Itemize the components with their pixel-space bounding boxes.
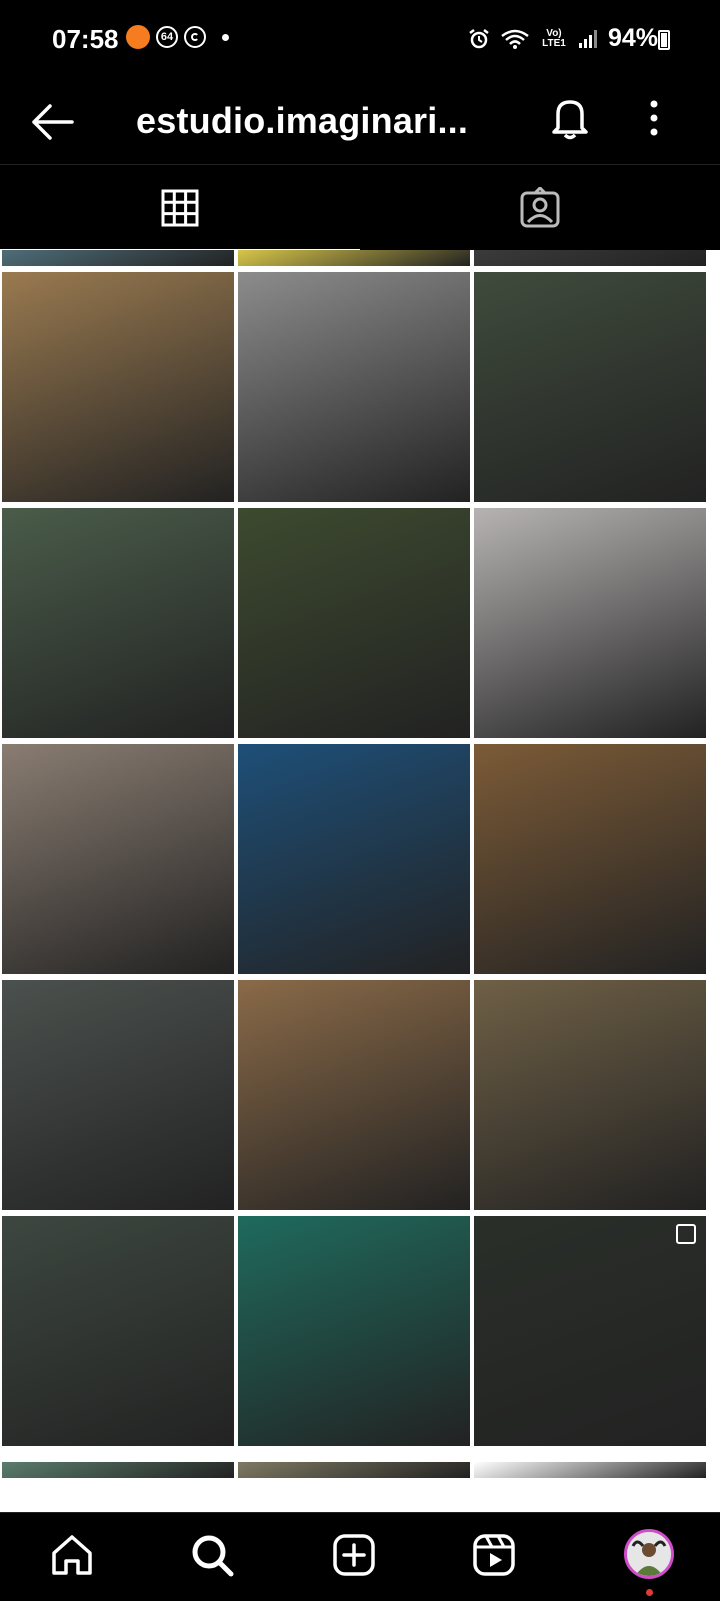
wifi-icon <box>501 29 529 49</box>
post-thumbnail[interactable] <box>236 506 472 740</box>
post-thumbnail[interactable] <box>472 1460 708 1480</box>
more-notifications-dot <box>222 33 229 41</box>
post-thumbnail[interactable] <box>0 742 236 976</box>
post-thumbnail[interactable] <box>0 250 236 268</box>
profile-username: estudio.imaginari... <box>136 100 469 141</box>
network-label: Vo) LTE1 <box>542 27 566 49</box>
nav-home[interactable] <box>48 1531 96 1579</box>
post-thumbnail[interactable] <box>472 742 708 976</box>
app-notification-icon <box>126 25 150 49</box>
plus-square-icon <box>333 1534 375 1576</box>
status-right: Vo) LTE1 94% <box>468 24 658 53</box>
profile-avatar[interactable] <box>624 1529 674 1579</box>
post-thumbnail[interactable] <box>236 1214 472 1448</box>
battery-icon <box>658 30 670 50</box>
tab-grid[interactable] <box>0 165 360 252</box>
signal-icon <box>578 29 597 48</box>
post-thumbnail[interactable] <box>472 270 708 504</box>
post-thumbnail[interactable] <box>236 978 472 1212</box>
post-thumbnail[interactable] <box>0 270 236 504</box>
post-thumbnail[interactable] <box>0 1214 236 1448</box>
post-thumbnail[interactable] <box>0 1460 236 1480</box>
bell-icon[interactable] <box>550 96 590 140</box>
alarm-icon <box>469 28 489 48</box>
post-thumbnail[interactable] <box>472 978 708 1212</box>
post-thumbnail[interactable] <box>236 250 472 268</box>
post-thumbnail[interactable] <box>472 1214 708 1448</box>
reels-icon <box>473 1534 515 1576</box>
tab-tagged[interactable] <box>360 165 720 251</box>
notification-count-badge: 64 <box>156 26 178 48</box>
posts-grid <box>0 250 720 1512</box>
search-icon <box>192 1535 234 1577</box>
home-icon <box>52 1535 92 1575</box>
post-thumbnail[interactable] <box>472 250 708 268</box>
post-thumbnail[interactable] <box>236 1460 472 1480</box>
notification-icons: 64 <box>126 25 229 49</box>
post-thumbnail[interactable] <box>472 506 708 740</box>
post-thumbnail[interactable] <box>236 270 472 504</box>
status-bar: 07:58 64 Vo) LTE1 94% <box>0 0 720 80</box>
status-time: 07:58 <box>52 24 119 54</box>
nav-create[interactable] <box>330 1531 378 1579</box>
grid-icon <box>161 189 199 227</box>
profile-tabs <box>0 164 720 253</box>
back-arrow-icon[interactable] <box>30 102 74 142</box>
whatsapp-icon <box>184 26 206 48</box>
post-thumbnail[interactable] <box>236 742 472 976</box>
nav-search[interactable] <box>188 1531 236 1579</box>
more-options-icon[interactable] <box>648 98 660 138</box>
post-thumbnail[interactable] <box>0 978 236 1212</box>
profile-header: estudio.imaginari... <box>0 80 720 164</box>
battery-percent: 94% <box>607 24 658 52</box>
post-thumbnail[interactable] <box>0 506 236 740</box>
tagged-person-icon <box>520 187 560 228</box>
profile-notification-dot <box>646 1589 653 1596</box>
nav-reels[interactable] <box>470 1531 518 1579</box>
bottom-nav <box>0 1512 720 1601</box>
multiple-photos-icon <box>676 1224 696 1244</box>
